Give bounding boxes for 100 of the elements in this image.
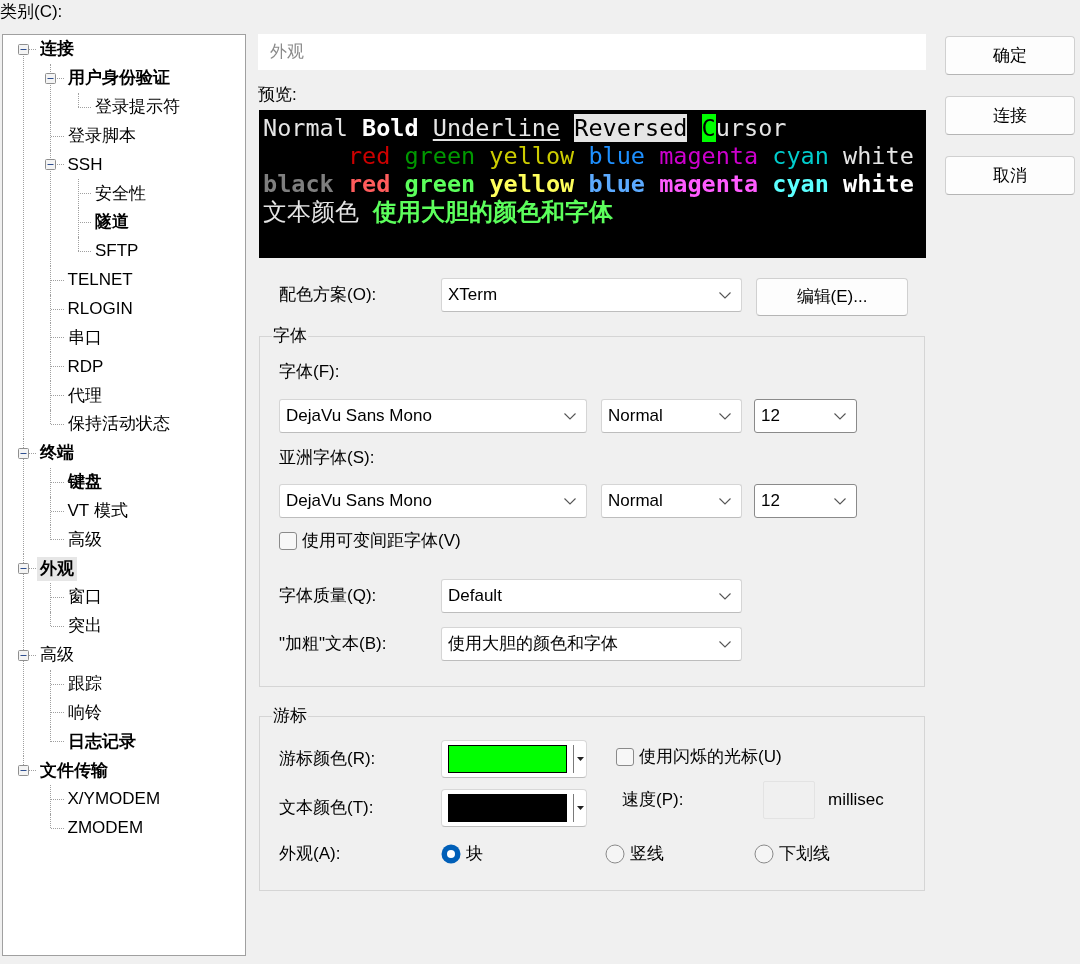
text-color-picker[interactable] [441, 789, 587, 827]
preview-text: 文本颜色 [263, 198, 359, 226]
dialog-button[interactable]: 确定 [945, 36, 1075, 75]
tree-item[interactable]: RLOGIN [64, 297, 136, 321]
tree-item[interactable]: 响铃 [64, 700, 105, 725]
radio-button[interactable] [754, 844, 774, 864]
minus-box-icon[interactable] [45, 72, 56, 84]
preview-text: green [404, 142, 476, 170]
cursor-shape-label: 外观(A): [279, 844, 341, 864]
radio-button[interactable] [605, 844, 625, 864]
font-size-combo[interactable]: 12 [754, 399, 857, 433]
chevron-down-icon [834, 497, 846, 505]
tree-item[interactable]: 代理 [64, 383, 105, 408]
tree-item[interactable]: 登录脚本 [64, 123, 139, 148]
radio-button[interactable] [441, 844, 461, 864]
caret-down-icon [577, 757, 584, 761]
minus-box-icon[interactable] [45, 159, 56, 171]
preview-text: 使用大胆的颜色和字体 [373, 198, 614, 226]
checkbox-label[interactable]: 使用可变间距字体(V) [302, 528, 461, 554]
radio-label[interactable]: 下划线 [779, 841, 830, 867]
preview-text: black [263, 170, 334, 198]
asian-font-face-dropdown[interactable]: DejaVu Sans Mono [279, 484, 587, 518]
preview-text: yellow [489, 170, 575, 198]
tree-item[interactable]: 跟踪 [64, 672, 105, 696]
tree-item[interactable]: SSH [64, 152, 106, 177]
tree-item[interactable]: 保持活动状态 [64, 412, 173, 437]
tree-item[interactable]: 连接 [37, 37, 77, 62]
chevron-down-icon [564, 497, 576, 505]
edit-button[interactable]: 编辑(E)... [756, 278, 908, 316]
asian-font-size-combo[interactable]: 12 [754, 484, 857, 518]
preview-text: magenta [659, 170, 759, 198]
tree-item[interactable]: 隧道 [92, 210, 132, 235]
tree-item[interactable]: 高级 [64, 527, 105, 552]
bold-text-dropdown[interactable]: 使用大胆的颜色和字体 [441, 627, 742, 661]
chevron-down-icon [834, 412, 846, 420]
color-scheme-dropdown[interactable]: XTerm [441, 278, 742, 312]
tree-item[interactable]: SFTP [92, 239, 142, 264]
preview-cursor-text: C [701, 114, 716, 142]
chevron-down-icon [719, 497, 731, 505]
asian-font-label: 亚洲字体(S): [279, 448, 375, 467]
tree-item[interactable]: 键盘 [64, 470, 105, 495]
preview-underlined-text: Underline [432, 114, 561, 142]
font-face-dropdown[interactable]: DejaVu Sans Mono [279, 399, 587, 433]
checkbox[interactable] [616, 748, 634, 766]
category-header: 外观 [258, 34, 926, 70]
chevron-down-icon [719, 640, 731, 648]
tree-item[interactable]: 串口 [64, 325, 105, 350]
tree-item[interactable]: 安全性 [92, 181, 149, 206]
tree-item[interactable]: VT 模式 [64, 498, 131, 523]
dialog-button[interactable]: 取消 [945, 156, 1075, 195]
asian-font-style-dropdown[interactable]: Normal [601, 484, 742, 518]
preview-text: cyan [772, 142, 829, 170]
preview-text: Normal [263, 114, 348, 142]
preview-text: yellow [489, 142, 575, 170]
speed-label: 速度(P): [622, 790, 684, 810]
checkbox[interactable] [279, 532, 297, 550]
minus-box-icon[interactable] [17, 649, 29, 661]
minus-box-icon[interactable] [17, 43, 29, 55]
preview-text: white [843, 170, 914, 198]
preview-reversed-text: Reversed [574, 114, 688, 142]
preview-label: 预览: [258, 85, 298, 105]
tree-item[interactable]: 用户身份验证 [64, 66, 173, 91]
tree-item[interactable]: 终端 [37, 441, 77, 466]
preview-text: white [843, 142, 914, 170]
preview-text: green [404, 170, 476, 198]
tree-item[interactable]: 文件传输 [37, 758, 111, 783]
group-title: 字体 [272, 326, 308, 346]
bold-text-label: "加粗"文本(B): [279, 634, 387, 654]
preview-text: red [347, 142, 391, 170]
minus-box-icon[interactable] [17, 563, 29, 575]
tree-item[interactable]: TELNET [64, 268, 136, 293]
tree-item[interactable]: X/YMODEM [64, 787, 164, 812]
preview-text: Bold [362, 114, 419, 142]
tree-item[interactable]: 日志记录 [64, 729, 139, 754]
category-label: 类别(C): [0, 2, 64, 22]
dialog-button[interactable]: 连接 [945, 96, 1075, 135]
preview-text: ursor [715, 114, 787, 142]
tree-item[interactable]: 高级 [37, 643, 77, 668]
radio-label[interactable]: 块 [466, 841, 483, 867]
tree-item[interactable]: 窗口 [64, 585, 105, 610]
preview-text: blue [588, 170, 645, 198]
tree-item[interactable]: 突出 [64, 614, 105, 639]
tree-item[interactable]: RDP [64, 354, 107, 379]
group-title: 游标 [272, 706, 308, 726]
font-label: 字体(F): [279, 362, 340, 381]
chevron-down-icon [719, 592, 731, 600]
cursor-color-picker[interactable] [441, 740, 587, 778]
preview-text: cyan [772, 170, 829, 198]
tree-item[interactable]: ZMODEM [64, 816, 147, 841]
radio-label[interactable]: 竖线 [630, 841, 664, 867]
font-quality-dropdown[interactable]: Default [441, 579, 742, 613]
checkbox-label[interactable]: 使用闪烁的光标(U) [639, 744, 782, 770]
tree-item[interactable]: 外观 [37, 556, 77, 581]
font-style-dropdown[interactable]: Normal [601, 399, 742, 433]
caret-down-icon [577, 806, 584, 810]
speed-unit: millisec [828, 789, 884, 812]
tree-item[interactable]: 登录提示符 [92, 95, 183, 120]
minus-box-icon[interactable] [17, 765, 29, 776]
minus-box-icon[interactable] [17, 447, 29, 459]
preview-text: blue [588, 142, 645, 170]
